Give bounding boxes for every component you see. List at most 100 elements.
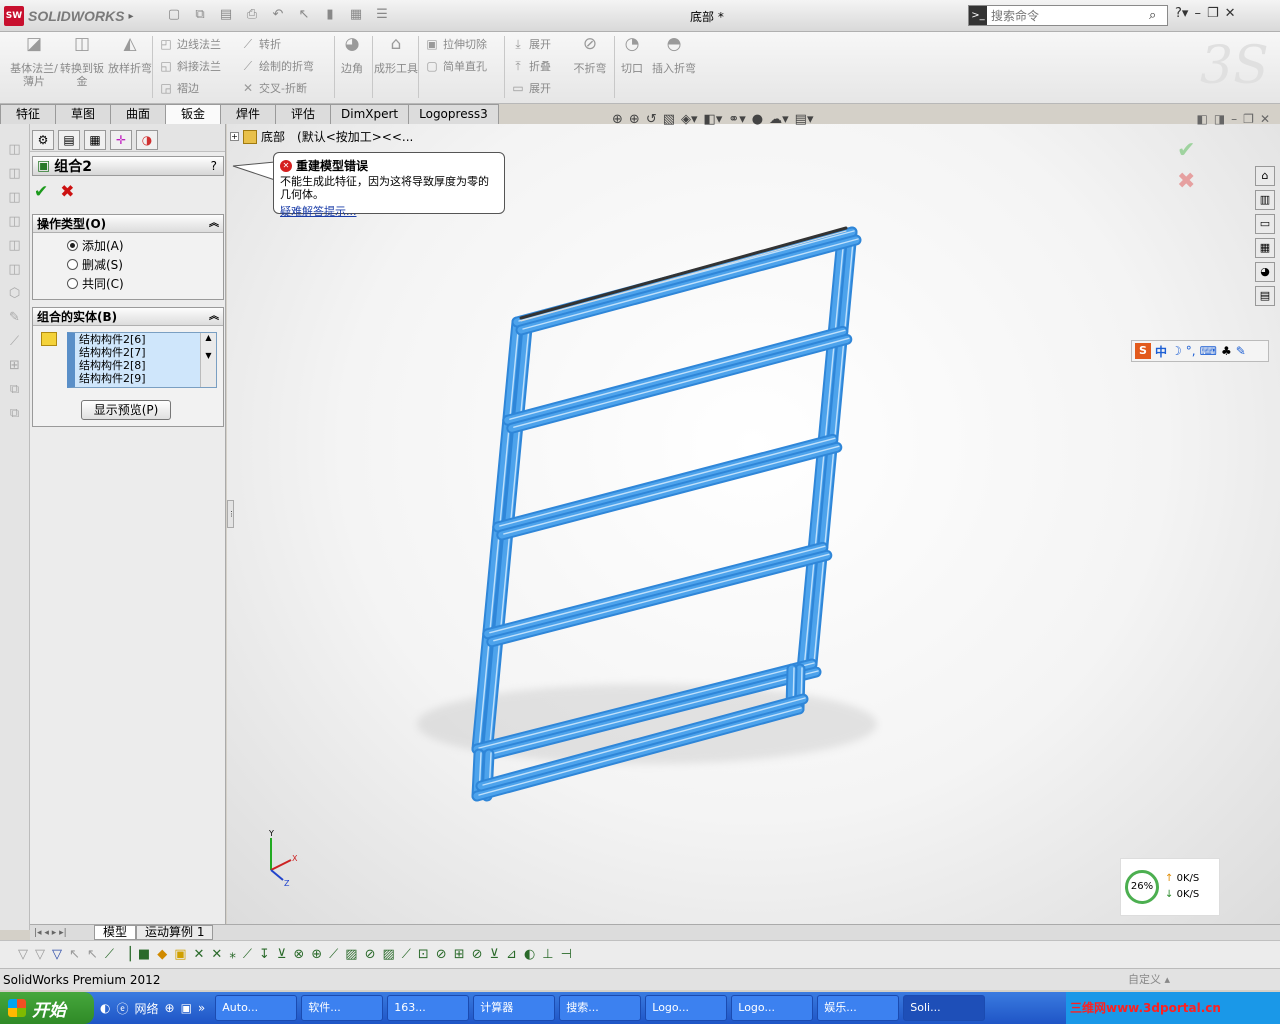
tools-icon[interactable]: ✎ — [1236, 344, 1246, 358]
collapse-icon[interactable]: ︽ — [209, 215, 219, 233]
file-properties-icon[interactable]: ▦ — [347, 7, 365, 23]
filter-surface-bodies-icon[interactable]: ◆ — [157, 947, 167, 962]
unfold-button[interactable]: ⤓ 展开 — [510, 34, 551, 54]
hide-show-icon[interactable]: ⚭▾ — [728, 112, 745, 127]
display-style-icon[interactable]: ◧▾ — [704, 112, 723, 127]
troubleshoot-link[interactable]: 疑难解答提示... — [280, 203, 498, 219]
bodies-header[interactable]: 组合的实体(B) ︽ — [33, 308, 223, 326]
forming-tool-button[interactable]: ⌂ 成形工具 — [372, 36, 420, 76]
filter-edges-icon[interactable]: ▕ — [121, 947, 131, 962]
revolve-icon[interactable]: ◫ — [6, 166, 24, 184]
taskbar-item[interactable]: 计算器 — [473, 995, 556, 1021]
smart-dimension-icon[interactable]: ⟋ — [6, 334, 24, 352]
scene-icon[interactable]: ☁▾ — [769, 112, 789, 127]
frame-model[interactable] — [227, 124, 1280, 924]
ie-icon[interactable]: ⓔ — [116, 1000, 128, 1017]
radio-dot[interactable] — [67, 240, 78, 251]
flatten-button[interactable]: ▭ 展开 — [510, 78, 551, 98]
list-item[interactable]: 结构构件2[6] — [75, 333, 216, 346]
corner-button[interactable]: ◕ 边角 — [334, 36, 370, 76]
moon-icon[interactable]: ☽ — [1171, 344, 1182, 358]
filter-dowel-pin-icon[interactable]: ⊘ — [436, 947, 447, 962]
filter-spot-weld-icon[interactable]: ◐ — [524, 947, 535, 962]
sketched-bend-button[interactable]: ⟋ 绘制的折弯 — [240, 56, 314, 76]
ime-toolbar[interactable]: S 中 ☽ °, ⌨ ♣ ✎ — [1131, 340, 1269, 362]
more-chevron-icon[interactable]: » — [198, 1001, 205, 1015]
tile-right-icon[interactable]: ◨ — [1214, 112, 1225, 126]
viewport-close-icon[interactable]: ✕ — [1260, 112, 1270, 126]
dimxpert-icon[interactable]: ✛ — [110, 130, 132, 150]
feature-tree-icon[interactable]: ⚙ — [32, 130, 54, 150]
rip-button[interactable]: ◔ 切口 — [614, 36, 650, 76]
filter-routing-icon[interactable]: ⊻ — [490, 947, 500, 962]
help-icon[interactable]: ?▾ — [1175, 6, 1188, 21]
property-manager-icon[interactable]: ▤ — [58, 130, 80, 150]
browser-icon[interactable]: ◐ — [100, 1001, 110, 1015]
filter-solid-bodies-icon[interactable]: ▣ — [174, 947, 186, 962]
filter-hole-callout-icon[interactable]: ⊞ — [454, 947, 465, 962]
tab-model[interactable]: 模型 — [94, 925, 137, 940]
filter-surface-finish-icon[interactable]: ⊘ — [365, 947, 376, 962]
taskbar-item[interactable]: 软件... — [301, 995, 384, 1021]
extruded-cut-button[interactable]: ▣ 拉伸切除 — [424, 34, 487, 54]
status-custom[interactable]: 自定义 ▴ — [1128, 969, 1170, 991]
taskbar-item[interactable]: Logo... — [645, 995, 728, 1021]
rib-icon[interactable]: ⬡ — [6, 286, 24, 304]
cross-break-button[interactable]: ✕ 交叉-折断 — [240, 78, 307, 98]
filter-center-marks-icon[interactable]: ⊡ — [418, 947, 429, 962]
tab-motion-study[interactable]: 运动算例 1 — [136, 925, 214, 940]
appearances-icon[interactable]: ◕ — [1255, 262, 1275, 282]
options-icon[interactable]: ☰ — [373, 7, 391, 23]
tree-part-name[interactable]: 底部 — [261, 128, 285, 145]
confirm-ok-icon[interactable]: ✔ — [1177, 138, 1195, 163]
save-icon[interactable]: ▤ — [217, 7, 235, 23]
move-icon[interactable]: ⧉ — [6, 406, 24, 424]
flyout-feature-tree[interactable]: + 底部 (默认<按加工><<... — [230, 128, 413, 145]
filter-points-icon[interactable]: ⁎ — [229, 947, 236, 962]
taskbar-item[interactable]: 163... — [387, 995, 470, 1021]
extrude-icon[interactable]: ◫ — [6, 142, 24, 160]
no-bends-button[interactable]: ⊘ 不折弯 — [566, 36, 614, 76]
viewport-restore-icon[interactable]: ❐ — [1243, 112, 1254, 126]
graphics-viewport[interactable]: ⋮ + 底部 (默认<按加工><<... ⊕ ⊕ ↺ ▧ ◈▾ ◧▾ ⚭▾ ● … — [227, 112, 1280, 924]
taskbar-item[interactable]: 搜索... — [559, 995, 642, 1021]
keyboard-icon[interactable]: ⌨ — [1200, 344, 1217, 358]
edge-flange-button[interactable]: ◰ 边线法兰 — [158, 34, 221, 54]
tab-sheet-metal[interactable]: 钣金 — [165, 104, 221, 124]
view-settings-icon[interactable]: ▤▾ — [795, 112, 814, 127]
app-icon[interactable]: ▣ — [181, 1001, 192, 1015]
section-view-icon[interactable]: ▧ — [663, 112, 675, 127]
search-input[interactable] — [987, 6, 1149, 25]
app-logo[interactable]: SW SOLIDWORKS ▸ — [4, 5, 133, 27]
punctuation-icon[interactable]: °, — [1186, 344, 1196, 358]
show-preview-button[interactable]: 显示预览(P) — [81, 400, 171, 420]
tile-left-icon[interactable]: ◧ — [1196, 112, 1207, 126]
filter-blocks-icon[interactable]: ⊘ — [472, 947, 483, 962]
add-icon[interactable]: ⊕ — [165, 1001, 175, 1015]
filter-arrow2-icon[interactable]: ↖ — [87, 947, 98, 962]
miter-flange-button[interactable]: ◱ 斜接法兰 — [158, 56, 221, 76]
filter-cosmetic-thread-icon[interactable]: ⟋ — [402, 947, 411, 962]
viewport-minimize-icon[interactable]: – — [1231, 112, 1237, 126]
filter-routing-point-icon[interactable]: ⊣ — [561, 947, 572, 962]
menu-arrow-icon[interactable]: ▸ — [128, 11, 133, 22]
filter-connection-point-icon[interactable]: ⊥ — [542, 947, 553, 962]
filter-toggle-icon[interactable]: ▽ — [18, 947, 28, 962]
previous-view-icon[interactable]: ↺ — [646, 112, 657, 127]
network-label[interactable]: 网络 — [135, 1000, 159, 1017]
radio-dot[interactable] — [67, 259, 78, 270]
bodies-list[interactable]: 结构构件2[6] 结构构件2[7] 结构构件2[8] 结构构件2[9] ▲ ▼ — [67, 332, 217, 388]
confirm-cancel-icon[interactable]: ✖ — [1177, 169, 1195, 194]
list-scrollbar[interactable]: ▲ ▼ — [200, 333, 216, 387]
filter-clear-icon[interactable]: ▽ — [35, 947, 45, 962]
view-palette-icon[interactable]: ▦ — [1255, 238, 1275, 258]
tab-sketch[interactable]: 草图 — [55, 104, 111, 124]
filter-gtol-icon[interactable]: ▨ — [345, 947, 357, 962]
tab-logopress[interactable]: Logopress3 — [408, 104, 499, 124]
collapse-icon[interactable]: ︽ — [209, 308, 219, 326]
ime-mode-label[interactable]: 中 — [1155, 343, 1167, 360]
zoom-area-icon[interactable]: ⊕ — [629, 112, 640, 127]
network-meter[interactable]: 26% ↑ 0K/S ↓ 0K/S — [1120, 858, 1220, 916]
filter-sketch-segments-icon[interactable]: ⟋ — [243, 947, 252, 962]
filter-sketch-points-icon[interactable]: ↧ — [259, 947, 270, 962]
